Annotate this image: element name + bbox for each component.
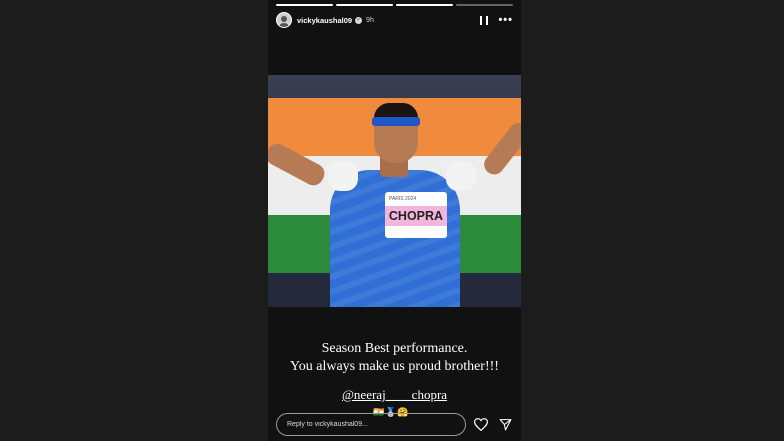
caption-line-1: Season Best performance. xyxy=(321,341,468,356)
progress-segment xyxy=(336,4,393,6)
verified-icon: ✓ xyxy=(355,16,363,24)
username[interactable]: vickykaushal09 xyxy=(297,16,352,25)
pause-icon[interactable] xyxy=(480,15,489,25)
story-progress-bar xyxy=(276,4,513,6)
story-header: vickykaushal09 ✓ 9h ••• xyxy=(276,11,513,29)
reply-bar xyxy=(276,413,513,436)
profile-avatar[interactable] xyxy=(276,12,292,28)
bib-event: PARIS 2024 xyxy=(389,196,417,202)
story-caption: Season Best performance. You always make… xyxy=(268,340,521,376)
athlete-jersey xyxy=(330,170,460,307)
user-mention[interactable]: @neeraj____chopra xyxy=(268,387,521,403)
progress-segment xyxy=(396,4,453,6)
caption-line-2: You always make us proud brother!!! xyxy=(290,359,499,374)
post-time: 9h xyxy=(366,16,374,24)
more-options-icon[interactable]: ••• xyxy=(498,14,513,25)
reply-input[interactable] xyxy=(276,413,466,436)
athlete-headband xyxy=(372,117,420,126)
story-photo: PARIS 2024 CHOPRA xyxy=(268,75,521,307)
send-icon[interactable] xyxy=(497,417,513,433)
progress-segment xyxy=(456,4,513,6)
progress-segment xyxy=(276,4,333,6)
heart-icon[interactable] xyxy=(474,417,490,433)
mention-link[interactable]: @neeraj____chopra xyxy=(342,387,447,402)
story-viewer[interactable]: vickykaushal09 ✓ 9h ••• PARIS 2024 CHOPR… xyxy=(268,0,521,441)
athlete-bib: PARIS 2024 CHOPRA xyxy=(385,192,447,238)
bib-name: CHOPRA xyxy=(388,209,444,223)
